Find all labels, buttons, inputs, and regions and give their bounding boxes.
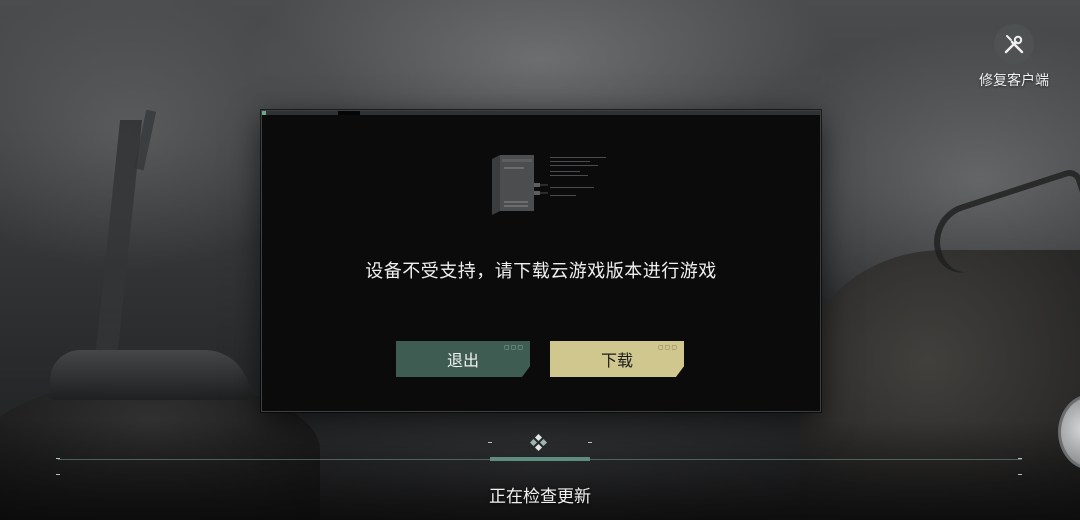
download-button-label[interactable]: 下载 [601, 347, 633, 371]
progress-tick [1018, 474, 1022, 475]
update-progress-area: 正在检查更新 [0, 428, 1080, 520]
progress-tick [488, 442, 492, 443]
download-button[interactable]: ▢▢▢ 下载 [550, 341, 684, 377]
progress-tick [56, 474, 60, 475]
exit-button-label[interactable]: 退出 [447, 347, 479, 371]
dialog-corner-marker [262, 111, 266, 115]
progress-tick [56, 458, 60, 459]
repair-client-label[interactable]: 修复客户端 [968, 70, 1060, 90]
dialog-top-bar [262, 111, 820, 115]
exit-button[interactable]: ▢▢▢ 退出 [396, 341, 530, 377]
background-mast [95, 120, 143, 350]
button-corner-marks: ▢▢▢ [657, 344, 678, 351]
button-corner-marks: ▢▢▢ [503, 344, 524, 351]
unsupported-device-dialog: 设备不受支持，请下载云游戏版本进行游戏 ▢▢▢ 退出 ▢▢▢ 下载 [261, 110, 821, 412]
update-status-text: 正在检查更新 [489, 487, 591, 507]
progress-tick [1018, 458, 1022, 459]
diamond-loader-icon [529, 433, 548, 452]
wrench-screwdriver-icon[interactable] [994, 24, 1034, 64]
progress-indicator [490, 457, 590, 461]
repair-client-button[interactable]: 修复客户端 [968, 24, 1060, 94]
progress-tick [588, 442, 592, 443]
server-rack-icon [490, 153, 620, 217]
game-launcher-screen: 修复客户端 设备不受支持，请下载云游戏版本进行游戏 ▢▢▢ 退出 ▢▢▢ 下载 … [0, 0, 1080, 520]
dialog-top-notch [338, 111, 360, 115]
unsupported-device-message: 设备不受支持，请下载云游戏版本进行游戏 [365, 261, 717, 282]
background-wrecked-car [50, 350, 250, 400]
